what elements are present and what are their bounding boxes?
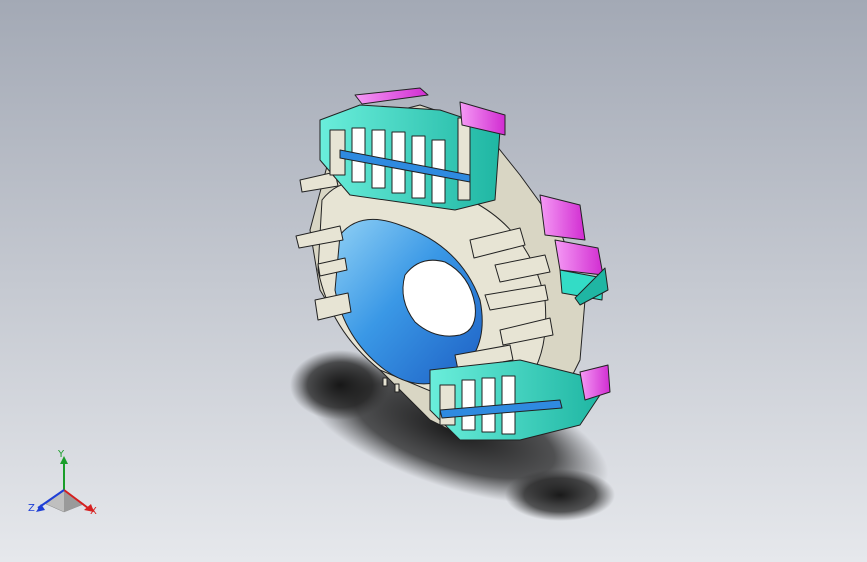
graphics-viewport[interactable]: Y Z X [0,0,867,562]
z-axis-label: Z [28,503,35,514]
model-scene[interactable] [0,0,867,562]
y-axis-label: Y [58,449,65,460]
reference-triad[interactable]: Y Z X [24,446,108,526]
x-axis-label: X [90,506,97,517]
